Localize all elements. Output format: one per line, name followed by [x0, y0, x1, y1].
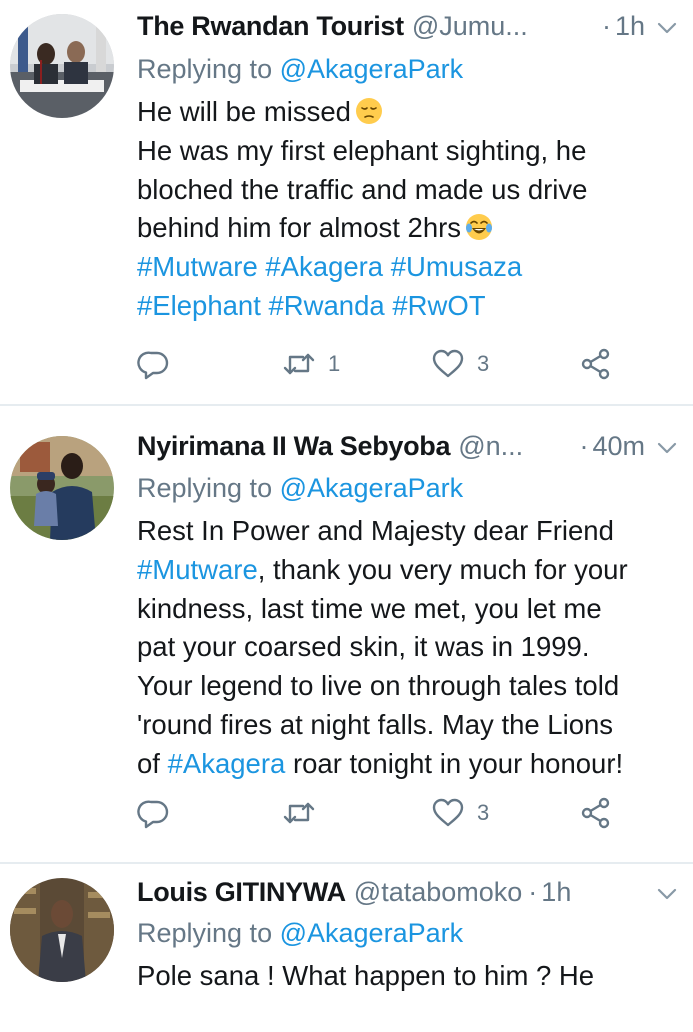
tweet-text-line: pat your coarsed skin, it was in 1999. [137, 631, 590, 663]
like-button[interactable]: 3 [431, 793, 489, 833]
separator-dot: · [579, 430, 589, 461]
tweet-text-line: Rest In Power and Majesty dear Friend [137, 515, 614, 546]
retweet-icon [283, 802, 315, 824]
retweet-button[interactable]: 1 [282, 344, 340, 384]
share-icon [581, 797, 610, 829]
tweet-header: Nyirimana II Wa Sebyoba @n... · 40m [137, 428, 679, 464]
separator-dot: · [601, 10, 611, 41]
tweet-text: Rest In Power and Majesty dear Friend #M… [137, 512, 675, 784]
like-count: 3 [477, 800, 490, 825]
tweet-text-line: Pole sana ! What happen to him ? He [137, 960, 595, 991]
retweet-button[interactable] [282, 793, 316, 833]
heart-icon [432, 798, 464, 827]
avatar-image [10, 878, 114, 982]
tweet-text: He will be missed He was my first elepha… [137, 93, 675, 326]
mention-link[interactable]: @AkageraPark [280, 918, 464, 948]
user-handle[interactable]: @tatabomoko [354, 877, 523, 908]
replying-to: Replying to @AkageraPark [137, 473, 463, 504]
tweet-text-line: He was my first elephant sighting, he [137, 134, 587, 166]
user-handle[interactable]: @Jumu... [412, 11, 528, 42]
reply-button[interactable] [137, 793, 171, 833]
share-button[interactable] [579, 793, 613, 833]
avatar[interactable] [10, 14, 114, 118]
avatar[interactable] [10, 878, 114, 982]
replying-label: Replying to [137, 918, 273, 948]
hashtag[interactable]: #Mutware [137, 554, 258, 585]
tweet-text-line: , thank you very much for your [257, 553, 628, 585]
like-count: 3 [477, 351, 490, 376]
share-icon [581, 348, 610, 380]
tweet-text-line: behind him for almost 2hrs [137, 212, 462, 244]
retweet-icon [283, 353, 315, 375]
replying-to: Replying to @AkageraPark [137, 918, 463, 949]
chevron-down-icon[interactable] [655, 882, 679, 906]
tweet-text-line: bloched the traffic and made us drive [137, 173, 588, 205]
tears-of-joy-emoji [466, 214, 493, 241]
pensive-face-emoji [355, 98, 382, 124]
timestamp[interactable]: 1h [541, 877, 571, 908]
retweet-count: 1 [328, 351, 341, 376]
tweet-header: Louis GITINYWA @tatabomoko · 1h [137, 874, 679, 910]
tweet-text-line: kindness, last time we met, you let me [137, 592, 602, 624]
tweet-text-line: 'round fires at night falls. May the Lio… [137, 708, 614, 740]
timestamp[interactable]: 40m [592, 431, 645, 462]
reply-icon [137, 800, 169, 829]
mention-link[interactable]: @AkageraPark [280, 54, 464, 84]
chevron-down-icon[interactable] [655, 16, 679, 40]
tweet-header: The Rwandan Tourist @Jumu... · 1h [137, 8, 679, 44]
display-name[interactable]: Louis GITINYWA [137, 877, 346, 908]
hashtag-line[interactable]: #Elephant #Rwanda #RwOT [137, 287, 675, 326]
reply-icon [137, 351, 169, 380]
mention-link[interactable]: @AkageraPark [280, 473, 464, 503]
avatar-image [10, 436, 114, 540]
hashtag-line[interactable]: #Mutware #Akagera #Umusaza [137, 248, 675, 287]
hashtag[interactable]: #Akagera [168, 748, 286, 779]
tweet[interactable]: Louis GITINYWA @tatabomoko · 1h Replying… [0, 864, 693, 1032]
tweet-text-line: He will be missed [137, 96, 351, 127]
tweet-actions: 1 3 [137, 344, 627, 384]
heart-icon [432, 349, 464, 378]
tweet-text-line: Your legend to live on through tales tol… [137, 670, 620, 702]
tweet[interactable]: The Rwandan Tourist @Jumu... · 1h Replyi… [0, 0, 693, 406]
tweet[interactable]: Nyirimana II Wa Sebyoba @n... · 40m Repl… [0, 406, 693, 864]
chevron-down-icon[interactable] [655, 436, 679, 460]
avatar[interactable] [10, 436, 114, 540]
timeline-feed: The Rwandan Tourist @Jumu... · 1h Replyi… [0, 0, 693, 1032]
timestamp[interactable]: 1h [615, 11, 645, 42]
replying-label: Replying to [137, 473, 273, 503]
like-button[interactable]: 3 [431, 344, 489, 384]
display-name[interactable]: The Rwandan Tourist [137, 11, 404, 42]
replying-label: Replying to [137, 54, 273, 84]
tweet-text: Pole sana ! What happen to him ? He [137, 957, 675, 996]
reply-button[interactable] [137, 344, 171, 384]
replying-to: Replying to @AkageraPark [137, 54, 463, 85]
separator-dot: · [528, 876, 538, 907]
tweet-text-line: roar tonight in your honour! [285, 747, 624, 779]
tweet-actions: 3 [137, 793, 627, 833]
tweet-text-line: of [137, 747, 168, 779]
user-handle[interactable]: @n... [458, 431, 523, 462]
share-button[interactable] [579, 344, 613, 384]
display-name[interactable]: Nyirimana II Wa Sebyoba [137, 431, 451, 462]
avatar-image [10, 14, 114, 118]
